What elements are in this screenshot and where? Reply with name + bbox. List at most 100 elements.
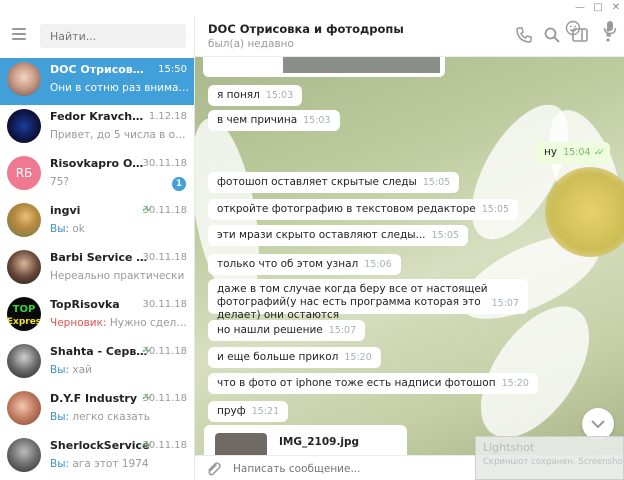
chat-list: DOC Отрисовка и фотодропы 15:50 Они в со… <box>0 58 194 480</box>
chat-name: Barbi Service [ОФИЦИАЛЬНЫЙ] <box>50 251 150 264</box>
chat-name: Risovkapro ОСТЕРЕГАЙТЕСЬ <box>50 157 150 170</box>
message-time: 15:03 <box>303 115 331 126</box>
message-bubble[interactable]: откройте фотографию в текстовом редактор… <box>208 199 519 220</box>
chat-preview-text: легко сказать <box>72 411 151 423</box>
avatar <box>7 62 41 96</box>
hamburger-menu-icon[interactable] <box>12 28 26 40</box>
search-input[interactable] <box>40 24 186 48</box>
chat-time: 30.11.18 <box>142 205 187 216</box>
chat-draft-prefix: Черновик: <box>50 317 110 329</box>
message-time: 15:07 <box>491 298 519 309</box>
avatar <box>7 438 41 472</box>
read-check-icon: ✓✓ <box>593 148 605 158</box>
chat-preview-text: 75? <box>50 176 69 188</box>
chat-name: TopRisovka <box>50 298 120 311</box>
paperclip-icon[interactable] <box>204 460 222 478</box>
chat-preview: 75? <box>50 176 190 188</box>
message-bubble[interactable]: и еще больше прикол 15:20 <box>208 347 381 368</box>
maximize-icon[interactable]: □ <box>591 1 605 15</box>
chat-list-sidebar: DOC Отрисовка и фотодропы 15:50 Они в со… <box>0 16 195 480</box>
lightshot-notification[interactable]: Lightshot Скриншот сохранен. Screenshot_… <box>475 436 624 480</box>
chat-preview-prefix: Вы: <box>50 364 73 376</box>
chat-preview-text: Нужно сделать ... <box>109 317 190 329</box>
chat-item-risovkapro[interactable]: RБ Risovkapro ОСТЕРЕГАЙТЕСЬ 30.11.18 75?… <box>0 152 194 199</box>
close-icon[interactable]: ✕ <box>609 1 623 15</box>
chat-name: DOC Отрисовка и фотодропы <box>50 63 150 76</box>
chat-item-fedor[interactable]: Fedor Kravchenko 1.12.18 Привет, до 5 чи… <box>0 105 194 152</box>
chat-preview-text: хай <box>72 364 92 376</box>
chat-preview-text: ага этот 1974 <box>72 458 149 470</box>
message-text: эти мрази скрыто оставляют следы... <box>217 229 426 241</box>
file-attachment[interactable]: IMG_2109.jpg <box>204 425 407 455</box>
message-text: даже в том случае когда беру все от наст… <box>217 283 488 321</box>
chat-main: DOC Отрисовка и фотодропы был(а) недавно… <box>195 16 624 480</box>
avatar <box>7 250 41 284</box>
chat-preview-text: Они в сотню раз внимательнее <box>50 82 190 94</box>
attachment-thumbnail <box>215 433 267 455</box>
message-bubble[interactable]: что в фото от iphone тоже есть надписи ф… <box>208 373 538 394</box>
chat-item-ingvi[interactable]: ingvi ✓✓ 30.11.18 Вы: ok <box>0 199 194 246</box>
message-time: 15:05 <box>431 230 459 241</box>
message-time: 15:04 <box>563 147 591 158</box>
chat-item-dyf[interactable]: D.Y.F Industry ✓✓ 30.11.18 Вы: легко ска… <box>0 387 194 434</box>
avatar <box>7 391 41 425</box>
message-bubble[interactable]: пруф 15:21 <box>208 401 289 422</box>
chat-preview-prefix: Вы: <box>50 458 73 470</box>
chat-time: 30.11.18 <box>142 158 187 169</box>
message-bubble[interactable]: но нашли решение 15:07 <box>208 320 366 341</box>
chat-time: 30.11.18 <box>142 299 187 310</box>
chat-preview: Они в сотню раз внимательнее <box>50 82 190 94</box>
minimize-icon[interactable]: — <box>573 1 587 15</box>
microphone-icon[interactable] <box>602 20 618 38</box>
chat-preview-prefix: Вы: <box>50 411 73 423</box>
message-time: 15:20 <box>501 378 529 389</box>
chat-preview-prefix: Вы: <box>50 223 73 235</box>
message-text: и еще больше прикол <box>217 351 339 363</box>
chat-preview: Вы: легко сказать <box>50 411 190 423</box>
phone-icon[interactable] <box>515 26 533 44</box>
chat-title[interactable]: DOC Отрисовка и фотодропы <box>208 22 404 36</box>
chat-preview: Привет, до 5 числа в отпуске <box>50 129 190 141</box>
message-time: 15:07 <box>328 325 357 336</box>
chat-preview-text: Привет, до 5 числа в отпуске <box>50 129 190 141</box>
message-text: я понял <box>217 89 260 101</box>
message-text: только что об этом узнал <box>217 258 359 270</box>
svg-text:TOP: TOP <box>13 304 36 315</box>
message-bubble[interactable]: я понял 15:03 <box>208 85 303 106</box>
outgoing-message-bubble[interactable]: ну 15:04 ✓✓ <box>535 142 610 164</box>
avatar <box>7 344 41 378</box>
message-text: откройте фотографию в текстовом редактор… <box>217 203 476 215</box>
message-time: 15:20 <box>344 352 372 363</box>
message-time: 15:05 <box>481 204 510 215</box>
chat-time: 30.11.18 <box>142 393 187 404</box>
message-time: 15:03 <box>265 90 294 101</box>
chat-item-barbi[interactable]: Barbi Service [ОФИЦИАЛЬНЫЙ] 30.11.18 Нер… <box>0 246 194 293</box>
message-time: 15:21 <box>251 406 280 417</box>
chat-item-doc[interactable]: DOC Отрисовка и фотодропы 15:50 Они в со… <box>0 58 194 105</box>
avatar <box>7 109 41 143</box>
message-bubble[interactable]: эти мрази скрыто оставляют следы... 15:05 <box>208 225 468 246</box>
search-icon[interactable] <box>543 26 561 44</box>
attachment-filename: IMG_2109.jpg <box>279 436 360 448</box>
chat-preview-text: Нереально практически <box>50 270 185 282</box>
chat-item-toprisovka[interactable]: TOP Expres TopRisovka 30.11.18 Черновик:… <box>0 293 194 340</box>
message-text: фотошоп оставляет скрытые следы <box>217 176 417 188</box>
chat-item-sherlock[interactable]: SherlockService ✓✓ 30.11.18 Вы: ага этот… <box>0 434 194 480</box>
chat-time: 30.11.18 <box>142 252 187 263</box>
message-bubble[interactable]: в чем причина 15:03 <box>208 110 340 131</box>
photo-message-bottom[interactable] <box>203 57 445 77</box>
avatar: TOP Expres <box>7 297 41 331</box>
chat-item-shahta[interactable]: Shahta - Сервис ✓✓ 30.11.18 Вы: хай <box>0 340 194 387</box>
message-bubble[interactable]: фотошоп оставляет скрытые следы 15:05 <box>208 172 460 193</box>
chat-preview: Нереально практически <box>50 270 190 282</box>
message-input[interactable] <box>233 459 463 479</box>
emoji-icon[interactable] <box>565 20 581 36</box>
message-text: но нашли решение <box>217 324 323 336</box>
svg-text:Expres: Expres <box>7 317 41 327</box>
chat-preview: Вы: ok <box>50 223 190 235</box>
chat-preview: Черновик: Нужно сделать ... <box>50 317 190 329</box>
message-bubble[interactable]: даже в том случае когда беру все от наст… <box>208 279 528 321</box>
message-bubble[interactable]: только что об этом узнал 15:06 <box>208 254 401 275</box>
avatar <box>7 203 41 237</box>
unread-badge: 1 <box>172 177 186 191</box>
